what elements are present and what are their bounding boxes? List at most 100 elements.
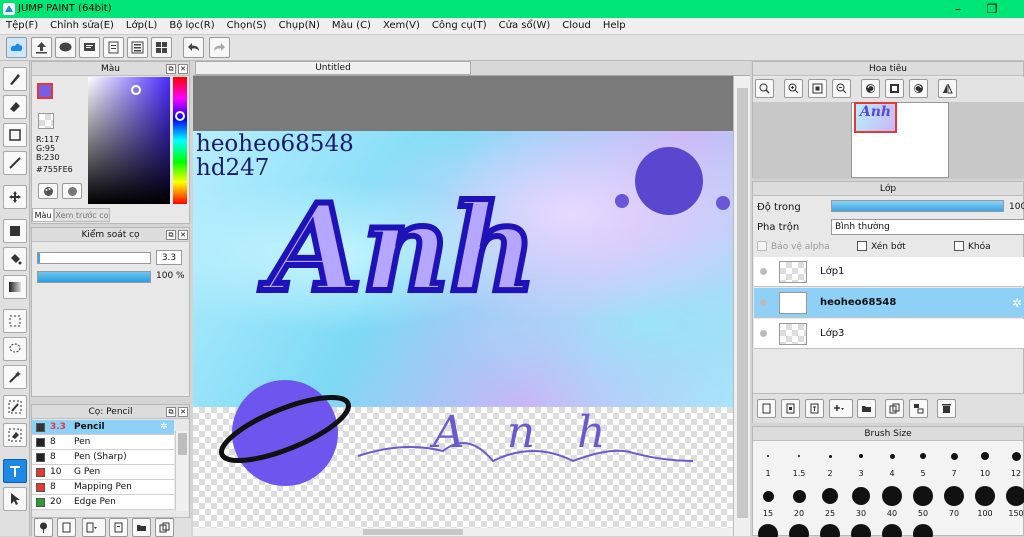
brush-size-option[interactable]: 150 [1001, 482, 1024, 518]
menu-help[interactable]: Help [597, 18, 632, 34]
eye-icon[interactable] [760, 299, 767, 306]
menu-view[interactable]: Xem(V) [377, 18, 426, 34]
layer-row-lop3[interactable]: Lớp3 [754, 319, 1024, 349]
zoom-in-button[interactable] [784, 79, 803, 98]
redo-button[interactable] [209, 37, 230, 58]
canvas-horizontal-scrollbar[interactable] [193, 528, 733, 536]
zoom-fit-button[interactable] [755, 79, 774, 98]
merge-layer-button[interactable] [909, 399, 928, 418]
brush-size-option[interactable]: 4 [877, 442, 907, 478]
transparent-swatch[interactable] [38, 113, 54, 129]
flip-button[interactable] [938, 79, 957, 98]
magic-wand-tool[interactable] [3, 365, 27, 389]
minimize-button[interactable]: – [944, 0, 972, 18]
panel-float-icon[interactable]: ⧉ [166, 407, 176, 417]
layer-row-heoheo68548[interactable]: heoheo68548 ✲ [754, 288, 1024, 318]
canvas-vertical-scrollbar[interactable] [733, 76, 750, 536]
menu-capture[interactable]: Chụp(N) [273, 18, 326, 34]
document-tab[interactable]: Untitled [195, 61, 471, 75]
scrollbar-thumb[interactable] [178, 433, 187, 455]
undo-button[interactable] [183, 37, 204, 58]
lock-checkbox[interactable] [954, 241, 964, 251]
brush-item-pen[interactable]: 8 Pen [32, 435, 174, 450]
new-layer-type-button[interactable] [781, 399, 800, 418]
brush-size-option[interactable]: 15 [753, 482, 783, 518]
eye-icon[interactable] [760, 330, 767, 337]
list-button[interactable] [127, 37, 148, 58]
opacity-slider[interactable] [37, 271, 151, 283]
palette-button[interactable] [38, 183, 58, 199]
brush-size-option[interactable]: 5 [908, 442, 938, 478]
menu-filter[interactable]: Bộ lọc(R) [163, 18, 220, 34]
color-picker-square[interactable] [88, 77, 170, 204]
comment-button[interactable] [55, 37, 76, 58]
cloud-button[interactable] [6, 37, 27, 58]
copy-brush-button[interactable] [109, 518, 128, 537]
brush-size-option[interactable]: 2 [815, 442, 845, 478]
menu-file[interactable]: Tệp(F) [0, 18, 44, 34]
brush-size-option[interactable]: 1.5 [784, 442, 814, 478]
brush-item-pen-sharp[interactable]: 8 Pen (Sharp) [32, 450, 174, 465]
brush-size-option[interactable]: 10 [970, 442, 1000, 478]
eraser-tool[interactable] [3, 95, 27, 119]
scrollbar-thumb[interactable] [737, 88, 748, 518]
operation-tool[interactable] [3, 487, 27, 511]
navigator-viewport[interactable]: Anh [854, 102, 897, 133]
brush-tool[interactable] [3, 67, 27, 91]
panel-float-icon[interactable]: ⧉ [166, 64, 176, 74]
panel-float-icon[interactable]: ⧉ [166, 230, 176, 240]
color-tab[interactable]: Màu [32, 208, 54, 222]
hue-slider[interactable] [173, 77, 187, 204]
gear-icon[interactable]: ✲ [160, 420, 168, 435]
upload-button[interactable] [31, 37, 52, 58]
brush-size-option[interactable]: 100 [970, 482, 1000, 518]
reset-view-button[interactable] [885, 79, 904, 98]
brush-menu-button[interactable] [82, 518, 106, 537]
page-button[interactable] [103, 37, 124, 58]
grid-button[interactable] [151, 37, 172, 58]
blend-mode-select[interactable]: Bình thường [831, 219, 1024, 235]
brush-item-edge-pen[interactable]: 20 Edge Pen [32, 495, 174, 510]
delete-layer-button[interactable] [937, 399, 956, 418]
add-layer-menu-button[interactable] [829, 399, 853, 418]
select-eraser-tool[interactable] [3, 423, 27, 447]
text-tool[interactable] [3, 459, 27, 483]
brush-size-option[interactable]: 50 [908, 482, 938, 518]
select-tool[interactable] [3, 309, 27, 333]
brush-size-option[interactable]: 20 [784, 482, 814, 518]
folder-button[interactable] [132, 518, 151, 537]
canvas-area[interactable]: heoheo68548 hd247 Anh Anh [193, 76, 733, 536]
brush-size-option[interactable]: 12 [1001, 442, 1024, 478]
menu-cloud[interactable]: Cloud [556, 18, 597, 34]
brush-size-option[interactable]: 30 [846, 482, 876, 518]
color-set-button[interactable] [62, 183, 82, 199]
brush-size-option[interactable]: 25 [815, 482, 845, 518]
scrollbar-thumb[interactable] [363, 529, 463, 535]
rotate-right-button[interactable] [909, 79, 928, 98]
layer-row-lop1[interactable]: Lớp1 [754, 257, 1024, 287]
fit-screen-button[interactable] [808, 79, 827, 98]
lasso-tool[interactable] [3, 337, 27, 361]
line-tool[interactable] [3, 151, 27, 175]
duplicate-button[interactable] [155, 518, 174, 537]
bucket-tool[interactable] [3, 247, 27, 271]
menu-edit[interactable]: Chỉnh sửa(E) [44, 18, 120, 34]
brush-size-option[interactable] [753, 522, 783, 537]
zoom-out-button[interactable] [832, 79, 851, 98]
brush-preview-tab[interactable]: Xem trước cọ [54, 208, 110, 222]
protect-alpha-checkbox[interactable] [757, 241, 767, 251]
size-value[interactable]: 3.3 [156, 250, 182, 265]
brush-size-option[interactable]: 70 [939, 482, 969, 518]
layer-folder-button[interactable] [857, 399, 876, 418]
new-brush-button[interactable] [57, 518, 76, 537]
brush-item-g-pen[interactable]: 10 G Pen [32, 465, 174, 480]
brush-size-option[interactable] [877, 522, 907, 537]
artwork-canvas[interactable]: heoheo68548 hd247 Anh Anh [193, 131, 733, 536]
brush-list-scrollbar[interactable] [175, 431, 188, 511]
brush-size-option[interactable] [784, 522, 814, 537]
layer-opacity-slider[interactable] [831, 200, 1004, 212]
text-layer-button[interactable] [805, 399, 824, 418]
navigator-preview-area[interactable]: Anh [753, 102, 1024, 179]
move-tool[interactable] [3, 185, 27, 209]
menu-select[interactable]: Chọn(S) [221, 18, 273, 34]
